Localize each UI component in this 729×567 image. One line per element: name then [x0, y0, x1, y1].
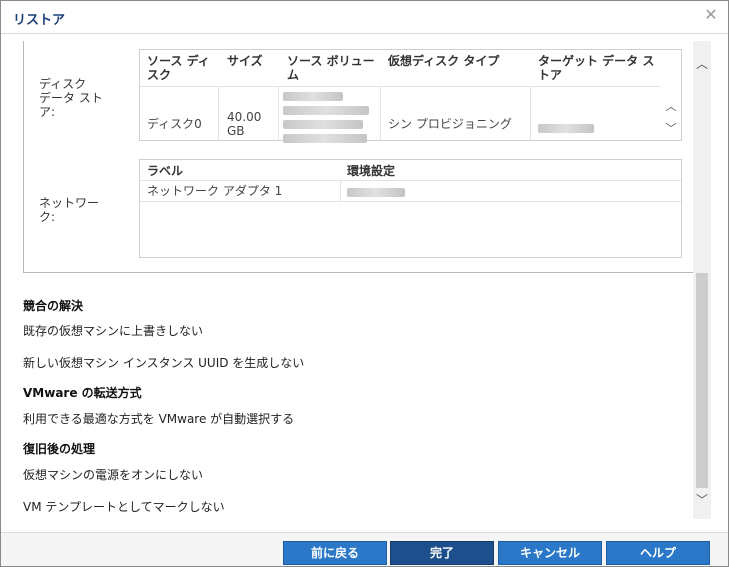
main-scrollbar[interactable]: ︿ ﹀ [693, 41, 711, 519]
chevron-up-icon[interactable]: ︿ [664, 98, 678, 114]
col-size: サイズ [227, 54, 263, 68]
datastore-table: ソース ディ スク サイズ ソース ボリュー ム 仮想ディスク タイプ ターゲッ… [139, 49, 682, 143]
power-on-setting: 仮想マシンの電源をオンにしない [23, 468, 204, 482]
network-table: ラベル 環境設定 ネットワーク アダプタ 1 [139, 159, 682, 258]
summary-scroll-area: ディスク データ スト ア: ソース ディ スク サイズ ソース ボリュー ム … [11, 41, 711, 519]
scrollbar-thumb[interactable] [696, 273, 708, 488]
col-target-datastore: ターゲット データ ス トア [538, 54, 655, 82]
datastore-label: ディスク データ スト ア: [39, 77, 103, 119]
target-datastore-cell-redacted [538, 122, 594, 136]
transport-method-heading: VMware の転送方式 [23, 386, 142, 400]
conflict-resolution-heading: 競合の解決 [23, 299, 84, 313]
network-config-redacted [347, 186, 405, 200]
scroll-down-icon[interactable]: ﹀ [693, 491, 711, 509]
back-button[interactable]: 前に戻る [283, 541, 387, 565]
scroll-up-icon[interactable]: ︿ [693, 55, 711, 73]
finish-button[interactable]: 完了 [390, 541, 494, 565]
dialog-title: リストア [13, 13, 66, 28]
transport-method-setting: 利用できる最適な方式を VMware が自動選択する [23, 412, 295, 426]
template-setting: VM テンプレートとしてマークしない [23, 500, 225, 514]
overwrite-setting: 既存の仮想マシンに上書きしない [23, 324, 204, 338]
col-disk-type: 仮想ディスク タイプ [388, 54, 500, 68]
uuid-setting: 新しい仮想マシン インスタンス UUID を生成しない [23, 356, 305, 370]
post-recovery-heading: 復旧後の処理 [23, 442, 96, 456]
help-button[interactable]: ヘルプ [606, 541, 710, 565]
col-source-disk: ソース ディ スク [147, 54, 210, 82]
network-label: ネットワー ク: [39, 196, 100, 224]
cancel-button[interactable]: キャンセル [498, 541, 602, 565]
network-adapter-label: ネットワーク アダプタ 1 [147, 184, 283, 198]
dialog-footer: 前に戻る 完了 キャンセル ヘルプ [1, 532, 728, 566]
size-cell: 40.00 GB [227, 110, 262, 138]
close-icon[interactable]: ✕ [703, 7, 719, 23]
chevron-down-icon[interactable]: ﹀ [664, 120, 678, 136]
vm-settings-panel: ディスク データ スト ア: ソース ディ スク サイズ ソース ボリュー ム … [23, 41, 697, 273]
col-config: 環境設定 [347, 164, 396, 178]
dialog-titlebar: リストア ✕ [1, 1, 728, 34]
restore-dialog: リストア ✕ ディスク データ スト ア: ソース ディ スク サイズ ソース … [0, 0, 729, 567]
source-volume-cell-redacted [283, 90, 375, 146]
disk-type-cell: シン プロビジョニング [388, 117, 512, 131]
col-source-volume: ソース ボリュー ム [287, 54, 375, 82]
source-disk-cell: ディスク0 [147, 117, 202, 131]
col-label: ラベル [147, 164, 184, 178]
